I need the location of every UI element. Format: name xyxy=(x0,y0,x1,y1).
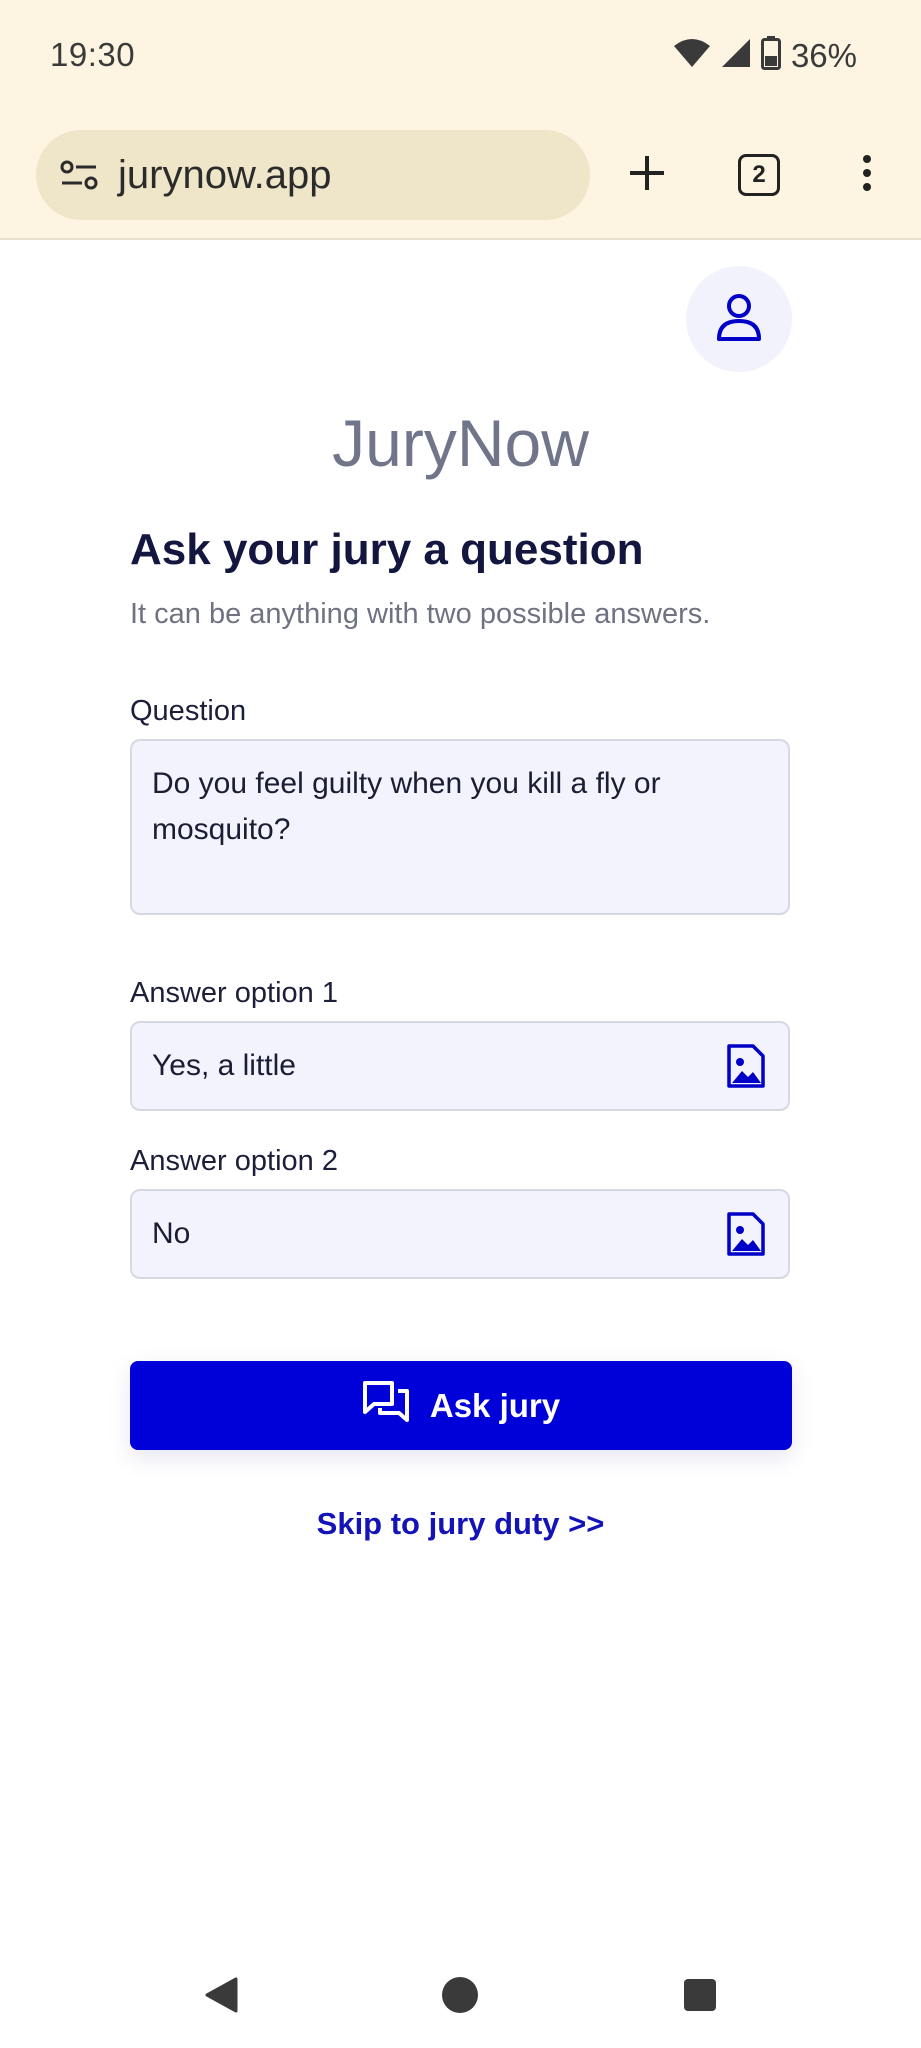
plus-icon xyxy=(628,154,666,197)
address-bar[interactable]: jurynow.app xyxy=(36,130,590,220)
more-vert-icon xyxy=(862,154,872,196)
ask-jury-label: Ask jury xyxy=(429,1386,561,1424)
tune-icon[interactable] xyxy=(54,149,106,201)
add-image-icon[interactable] xyxy=(724,1212,768,1256)
answer1-label: Answer option 1 xyxy=(130,977,338,1009)
chat-bubbles-icon xyxy=(362,1380,410,1432)
recents-icon[interactable] xyxy=(675,1970,725,2020)
battery-percent: 36% xyxy=(790,36,857,74)
page-title: Ask your jury a question xyxy=(130,525,644,574)
page-subtitle: It can be anything with two possible ans… xyxy=(130,598,711,630)
question-label: Question xyxy=(130,695,247,727)
wifi-icon xyxy=(673,38,711,73)
profile-button[interactable] xyxy=(686,266,792,372)
status-time: 19:30 xyxy=(50,36,136,73)
home-icon[interactable] xyxy=(435,1970,485,2020)
menu-button[interactable] xyxy=(832,140,902,210)
url-text[interactable]: jurynow.app xyxy=(118,153,331,198)
add-image-icon[interactable] xyxy=(724,1044,768,1088)
skip-to-jury-duty-link[interactable]: Skip to jury duty >> xyxy=(0,1506,921,1542)
answer1-value[interactable]: Yes, a little xyxy=(152,1049,296,1083)
tabs-icon: 2 xyxy=(738,154,780,196)
answer2-input[interactable]: No xyxy=(130,1189,790,1279)
browser-chrome: 19:30 36% jurynow.app 2 xyxy=(0,0,921,240)
ask-jury-button[interactable]: Ask jury xyxy=(130,1361,792,1450)
navigation-bar xyxy=(0,1950,921,2040)
new-tab-button[interactable] xyxy=(612,140,682,210)
answer1-input[interactable]: Yes, a little xyxy=(130,1021,790,1111)
signal-icon xyxy=(721,38,751,73)
answer2-label: Answer option 2 xyxy=(130,1145,338,1177)
brand-title: JuryNow xyxy=(332,406,589,480)
answer2-value[interactable]: No xyxy=(152,1217,190,1251)
user-icon xyxy=(716,293,762,346)
battery-icon xyxy=(760,36,781,75)
page: 19:30 36% jurynow.app 2 JuryNow Ask your… xyxy=(0,0,921,2048)
back-icon[interactable] xyxy=(196,1970,246,2020)
status-icons: 36% xyxy=(673,36,857,75)
question-input[interactable]: Do you feel guilty when you kill a fly o… xyxy=(130,739,790,915)
tabs-button[interactable]: 2 xyxy=(724,140,794,210)
